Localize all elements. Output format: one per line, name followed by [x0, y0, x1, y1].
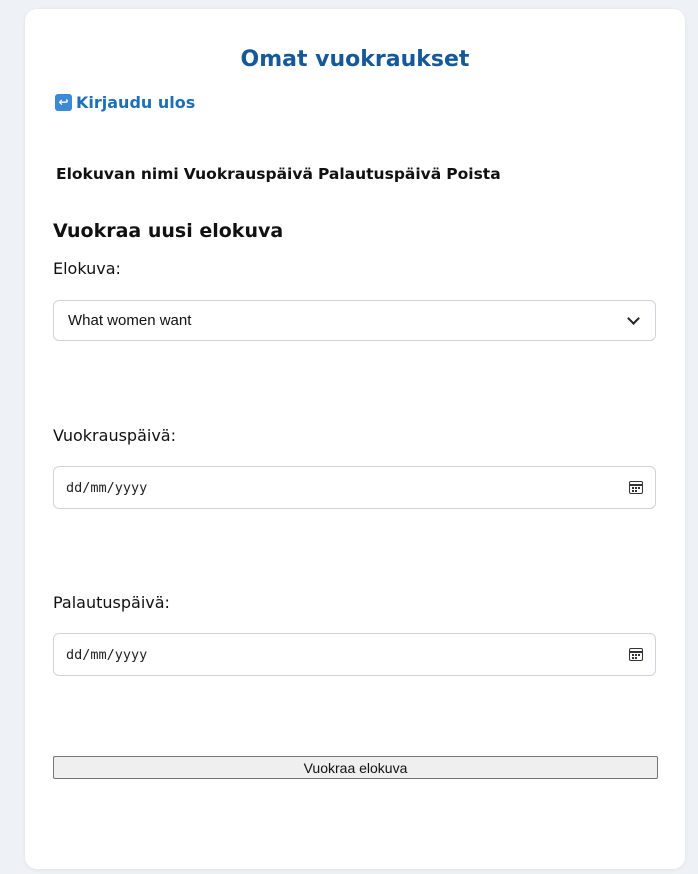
calendar-icon[interactable] [629, 481, 643, 494]
movie-label: Elokuva: [53, 259, 121, 278]
movie-select-value: What women want [68, 312, 192, 329]
return-date-placeholder: dd/mm/yyyy [66, 646, 148, 663]
chevron-down-icon [627, 312, 640, 325]
return-date-input[interactable]: dd/mm/yyyy [53, 633, 656, 676]
rent-date-label: Vuokrauspäivä: [53, 426, 176, 445]
rent-date-input[interactable]: dd/mm/yyyy [53, 466, 656, 509]
movie-select[interactable]: What women want [53, 300, 656, 341]
rent-date-placeholder: dd/mm/yyyy [66, 479, 148, 496]
rent-form-heading: Vuokraa uusi elokuva [53, 220, 284, 242]
page-title: Omat vuokraukset [240, 47, 470, 72]
column-header-movie-name: Elokuvan nimi [56, 165, 179, 183]
rentals-card: Omat vuokraukset ↩ Kirjaudu ulos Elokuva… [25, 9, 685, 869]
rentals-table-header: Elokuvan nimi Vuokrauspäivä Palautuspäiv… [56, 165, 501, 183]
return-arrow-icon: ↩ [55, 94, 72, 111]
logout-link[interactable]: ↩ Kirjaudu ulos [55, 93, 195, 112]
column-header-return-date: Palautuspäivä [317, 165, 442, 183]
rent-movie-button[interactable]: Vuokraa elokuva [53, 756, 658, 779]
column-header-delete: Poista [446, 165, 501, 183]
logout-label: Kirjaudu ulos [76, 93, 196, 112]
calendar-icon[interactable] [629, 648, 643, 661]
column-header-rent-date: Vuokrauspäivä [183, 165, 313, 183]
return-date-label: Palautuspäivä: [53, 593, 170, 612]
